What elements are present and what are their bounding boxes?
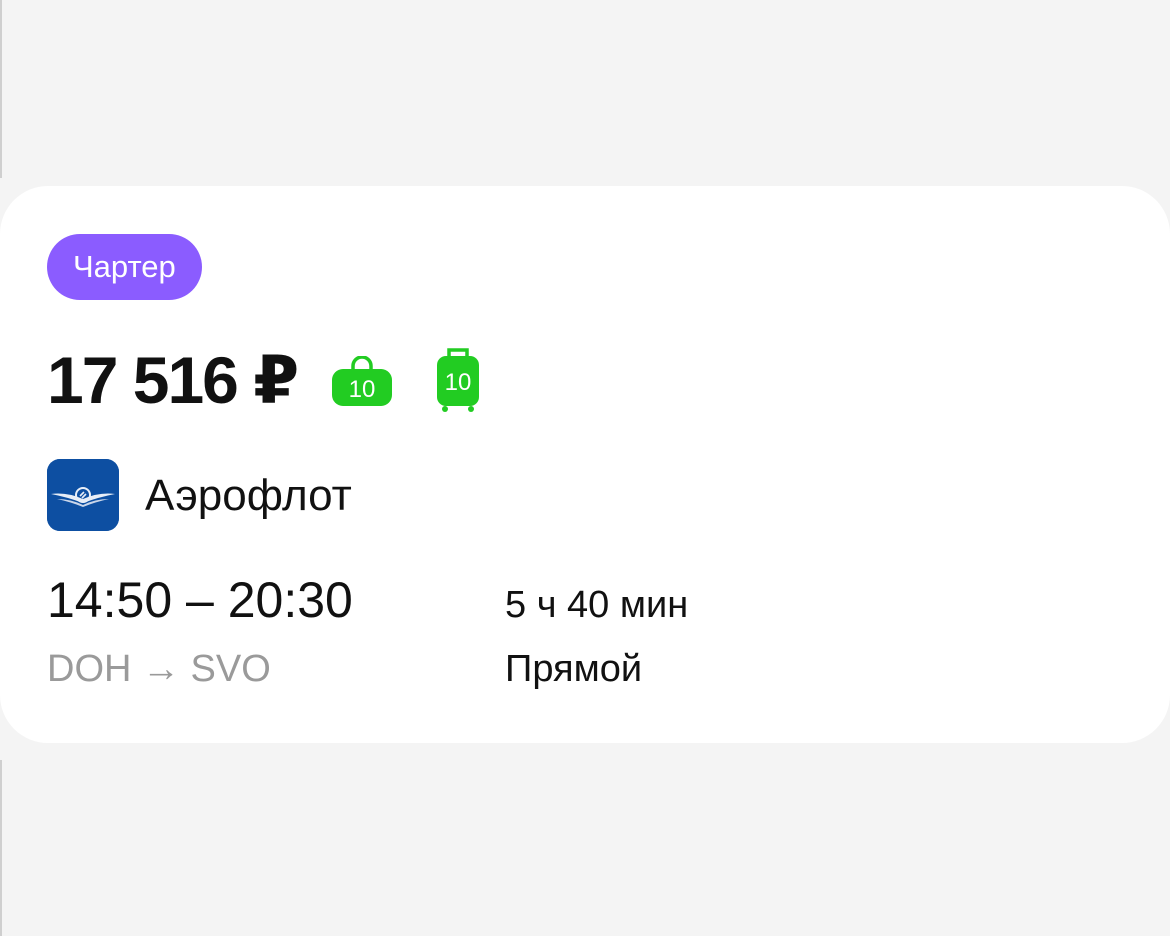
suitcase-icon: 10 [436, 347, 480, 415]
hand-luggage-icon: 10 [331, 355, 393, 408]
left-edge-divider [0, 760, 2, 936]
flight-offer-card[interactable]: Чартер 17 516 ₽ 10 10 Аэрофлот 14:50 – 2… [0, 186, 1170, 743]
stops-label: Прямой [505, 648, 643, 690]
hand-luggage-kg: 10 [349, 376, 376, 403]
airline-name: Аэрофлот [145, 471, 352, 520]
flight-duration: 5 ч 40 мин [505, 584, 689, 626]
left-edge-divider [0, 0, 2, 178]
route-codes: DOH → SVO [47, 648, 271, 690]
checked-luggage-kg: 10 [445, 369, 472, 396]
price-label: 17 516 ₽ [47, 343, 299, 417]
flight-times: 14:50 – 20:30 [47, 572, 353, 628]
charter-badge: Чартер [47, 234, 202, 300]
aeroflot-logo-icon [47, 459, 119, 531]
